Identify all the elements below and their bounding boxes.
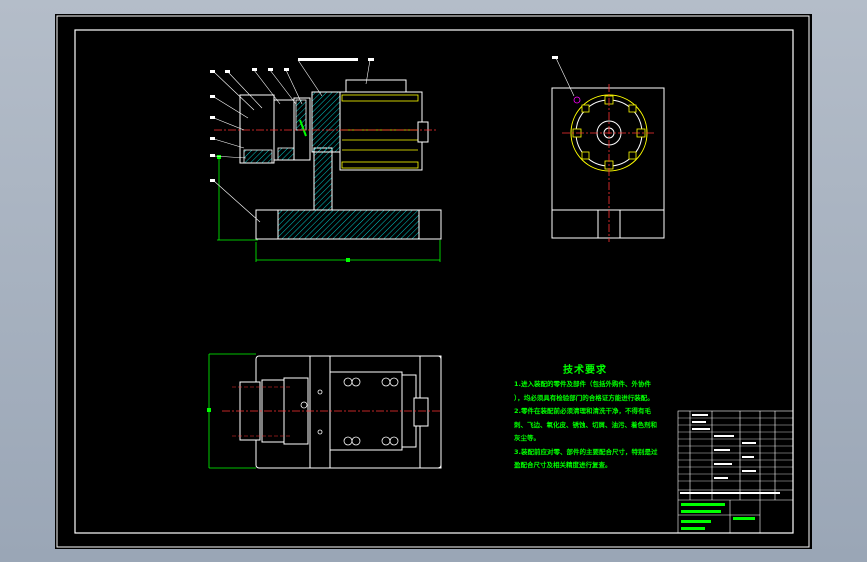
side-view xyxy=(551,56,665,242)
note-line: 2.零件在装配前必须清理和清洗干净，不得有毛 xyxy=(514,407,651,415)
cad-viewport[interactable]: 技术要求 1.进入装配的零件及部件（包括外购件、外协件 ），均必须具有检验部门的… xyxy=(0,0,867,562)
note-line: 1.进入装配的零件及部件（包括外购件、外协件 xyxy=(514,380,651,388)
parts-list-rows xyxy=(678,417,793,482)
technical-requirements-notes: 1.进入装配的零件及部件（包括外购件、外协件 ），均必须具有检验部门的合格证方能… xyxy=(514,378,664,473)
assembly-drawing xyxy=(56,15,810,548)
title-block-marks xyxy=(681,503,755,530)
note-line: 3.装配前应对零、部件的主要配合尺寸，特别是过 xyxy=(514,447,658,456)
top-view xyxy=(207,353,442,469)
note-line: 刺、飞边、氧化皮、锈蚀、切屑、油污、着色剂和 xyxy=(514,420,657,429)
parts-list-marks xyxy=(680,414,780,494)
note-line: 灰尘等。 xyxy=(514,434,540,442)
front-section-view xyxy=(210,58,442,262)
note-line: ），均必须具有检验部门的合格证方能进行装配。 xyxy=(514,393,654,402)
note-line: 盈配合尺寸及相关精度进行复查。 xyxy=(514,461,612,469)
technical-requirements-title: 技术要求 xyxy=(563,365,607,376)
